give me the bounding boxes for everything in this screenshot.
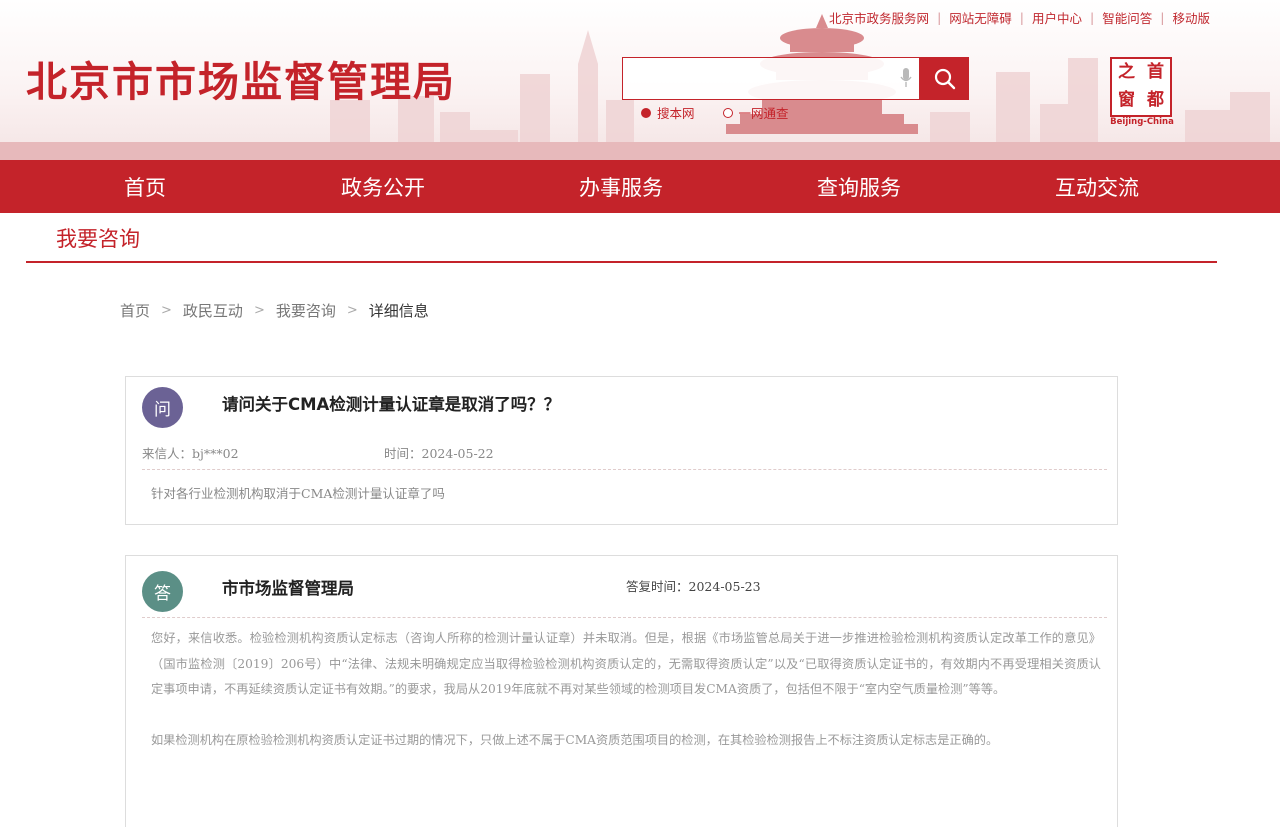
time-value: 2024-05-22 [421,446,494,461]
question-divider [142,469,1107,470]
logo-char: 之 [1118,62,1135,82]
answer-divider [142,617,1107,618]
answer-card: 答 市市场监督管理局 答复时间：2024-05-23 您好，来信收悉。检验检测机… [125,555,1118,827]
sender-value: bj***02 [192,446,239,461]
search-scope-group: 搜本网 一网通查 [641,103,817,122]
breadcrumb-home[interactable]: 首页 [120,300,150,321]
breadcrumb-separator: > [253,303,265,318]
search-input[interactable] [622,57,920,100]
sender-label: 来信人： [142,446,193,461]
main-nav: 首页 政务公开 办事服务 查询服务 互动交流 [0,160,1280,213]
radio-checked-icon [641,107,651,118]
header-banner: 北京市政务服务网 | 网站无障碍 | 用户中心 | 智能问答 | 移动版 北京市… [0,0,1280,160]
search-scope-site[interactable]: 搜本网 [641,103,695,122]
answer-paragraph: 您好，来信收悉。检验检测机构资质认定标志（咨询人所称的检测计量认证章）并未取消。… [151,631,1101,696]
question-sender: 来信人：bj***02 [142,443,239,462]
nav-item-query[interactable]: 查询服务 [740,172,978,202]
top-link-mobile[interactable]: 移动版 [1164,8,1218,27]
search-scope-label: 搜本网 [657,106,695,121]
search-icon [934,68,955,89]
breadcrumb-interaction[interactable]: 政民互动 [183,300,243,321]
breadcrumb-separator: > [346,303,358,318]
nav-item-gov-affairs[interactable]: 政务公开 [264,172,502,202]
logo-char: 窗 [1118,90,1135,110]
section-divider [26,261,1217,263]
logo-subtitle: Beijing-China [1110,117,1174,127]
search-button[interactable] [920,57,969,100]
capital-window-logo[interactable]: 之 首 窗 都 [1110,57,1172,117]
microphone-icon[interactable] [900,68,912,88]
logo-char: 首 [1147,62,1164,82]
breadcrumb: 首页 > 政民互动 > 我要咨询 > 详细信息 [120,300,429,321]
nav-item-interaction[interactable]: 互动交流 [978,172,1216,202]
reply-time-label: 答复时间： [626,579,689,594]
breadcrumb-consult[interactable]: 我要咨询 [276,300,336,321]
search-scope-all[interactable]: 一网通查 [722,103,789,122]
answer-paragraph: 如果检测机构在原检验检测机构资质认定证书过期的情况下，只做上述不属于CMA资质范… [151,733,999,747]
top-link-user-center[interactable]: 用户中心 [1024,8,1090,27]
breadcrumb-separator: > [161,303,172,318]
answer-org: 市市场监督管理局 [222,579,354,598]
nav-item-services[interactable]: 办事服务 [502,172,740,202]
nav-item-home[interactable]: 首页 [26,172,264,202]
time-label: 时间： [384,446,422,461]
site-title: 北京市市场监督管理局 [26,58,456,106]
section-title: 我要咨询 [56,227,140,251]
search-scope-label: 一网通查 [738,106,789,121]
answer-time: 答复时间：2024-05-23 [626,576,761,595]
top-link-accessibility[interactable]: 网站无障碍 [941,8,1020,27]
top-link-gov-service[interactable]: 北京市政务服务网 [821,8,937,27]
answer-body: 您好，来信收悉。检验检测机构资质认定标志（咨询人所称的检测计量认证章）并未取消。… [151,626,1101,779]
top-links: 北京市政务服务网 | 网站无障碍 | 用户中心 | 智能问答 | 移动版 [821,8,1218,27]
question-body: 针对各行业检测机构取消于CMA检测计量认证章了吗 [151,486,445,501]
reply-time-value: 2024-05-23 [688,579,761,594]
breadcrumb-current: 详细信息 [368,302,429,320]
logo-char: 都 [1147,90,1164,110]
question-card: 问 请问关于CMA检测计量认证章是取消了吗？？ 来信人：bj***02 时间：2… [125,376,1118,525]
question-badge: 问 [142,387,183,428]
question-title: 请问关于CMA检测计量认证章是取消了吗？？ [222,395,561,414]
radio-unchecked-icon [722,107,733,118]
answer-badge: 答 [142,571,183,612]
question-time: 时间：2024-05-22 [384,443,494,462]
top-link-smart-qa[interactable]: 智能问答 [1094,8,1160,27]
